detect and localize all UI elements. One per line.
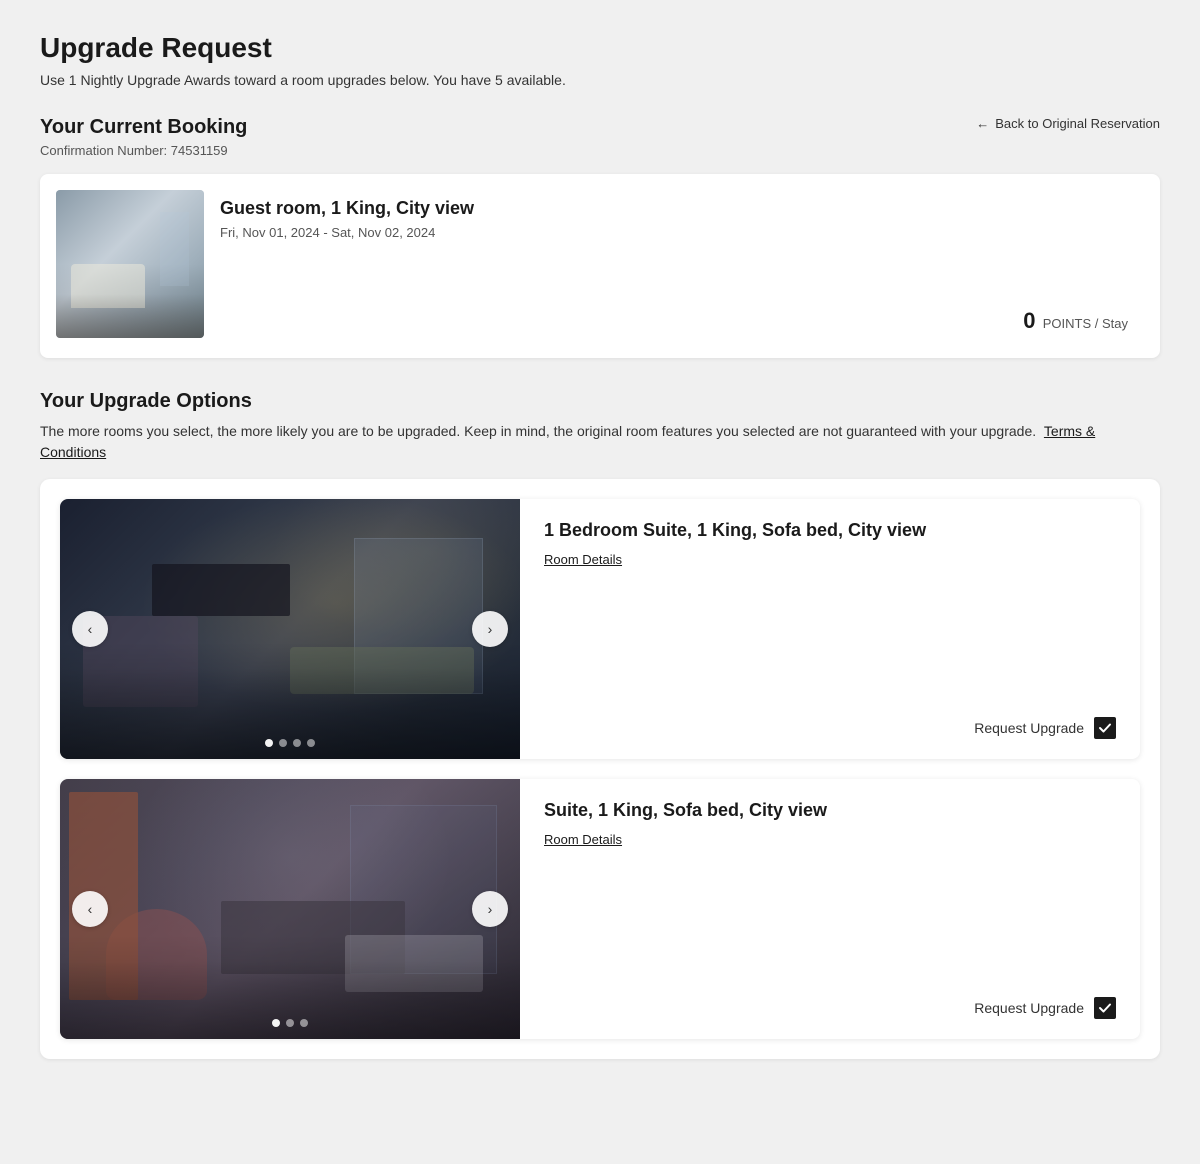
carousel-dot xyxy=(279,739,287,747)
back-link-label: Back to Original Reservation xyxy=(995,116,1160,131)
booking-room-image xyxy=(56,190,204,338)
carousel-next-btn-1[interactable]: › xyxy=(472,611,508,647)
carousel-dots-1 xyxy=(265,739,315,747)
carousel-dot xyxy=(307,739,315,747)
upgrade-card-info-1: 1 Bedroom Suite, 1 King, Sofa bed, City … xyxy=(520,499,1140,759)
current-booking-title: Your Current Booking xyxy=(40,116,247,139)
upgrade-room-name-1: 1 Bedroom Suite, 1 King, Sofa bed, City … xyxy=(544,519,1116,542)
request-upgrade-row-1: Request Upgrade xyxy=(544,657,1116,739)
upgrade-room-image-1: ‹ › xyxy=(60,499,520,759)
back-arrow-icon: ← xyxy=(976,116,989,131)
carousel-dot xyxy=(293,739,301,747)
upgrade-checkbox-1[interactable] xyxy=(1094,717,1116,739)
carousel-next-btn-2[interactable]: › xyxy=(472,891,508,927)
upgrade-options-desc: The more rooms you select, the more like… xyxy=(40,421,1160,463)
carousel-prev-btn-2[interactable]: ‹ xyxy=(72,891,108,927)
carousel-dot xyxy=(265,739,273,747)
booking-room-info: Guest room, 1 King, City view Fri, Nov 0… xyxy=(204,190,1144,342)
room-details-link-1[interactable]: Room Details xyxy=(544,552,1116,567)
carousel-dot xyxy=(300,1019,308,1027)
carousel-dots-2 xyxy=(272,1019,308,1027)
upgrade-card-2: ‹ › Suite, 1 King, Sofa bed, City view R… xyxy=(60,779,1140,1039)
upgrade-card-info-2: Suite, 1 King, Sofa bed, City view Room … xyxy=(520,779,1140,1039)
back-to-reservation-link[interactable]: ← Back to Original Reservation xyxy=(976,116,1160,131)
carousel-dot xyxy=(286,1019,294,1027)
upgrade-options-title: Your Upgrade Options xyxy=(40,390,1160,413)
upgrade-options-container: ‹ › 1 Bedroom Suite, 1 King, Sofa bed, C… xyxy=(40,479,1160,1059)
page-title: Upgrade Request xyxy=(40,32,1160,64)
carousel-prev-btn-1[interactable]: ‹ xyxy=(72,611,108,647)
points-value: 0 xyxy=(1023,308,1035,333)
upgrade-room-name-2: Suite, 1 King, Sofa bed, City view xyxy=(544,799,1116,822)
current-booking-card: Guest room, 1 King, City view Fri, Nov 0… xyxy=(40,174,1160,358)
carousel-dot xyxy=(272,1019,280,1027)
page-subtitle: Use 1 Nightly Upgrade Awards toward a ro… xyxy=(40,72,1160,88)
request-upgrade-row-2: Request Upgrade xyxy=(544,937,1116,1019)
upgrade-options-section: Your Upgrade Options The more rooms you … xyxy=(40,390,1160,463)
booking-room-name: Guest room, 1 King, City view xyxy=(220,198,1128,219)
booking-points: 0 POINTS / Stay xyxy=(220,248,1128,334)
points-label: POINTS / Stay xyxy=(1043,316,1128,331)
request-upgrade-label-2: Request Upgrade xyxy=(974,1000,1084,1016)
upgrade-checkbox-2[interactable] xyxy=(1094,997,1116,1019)
room-details-link-2[interactable]: Room Details xyxy=(544,832,1116,847)
booking-dates: Fri, Nov 01, 2024 - Sat, Nov 02, 2024 xyxy=(220,225,1128,240)
upgrade-room-image-2: ‹ › xyxy=(60,779,520,1039)
confirmation-number: Confirmation Number: 74531159 xyxy=(40,143,1160,158)
request-upgrade-label-1: Request Upgrade xyxy=(974,720,1084,736)
upgrade-card-1: ‹ › 1 Bedroom Suite, 1 King, Sofa bed, C… xyxy=(60,499,1140,759)
